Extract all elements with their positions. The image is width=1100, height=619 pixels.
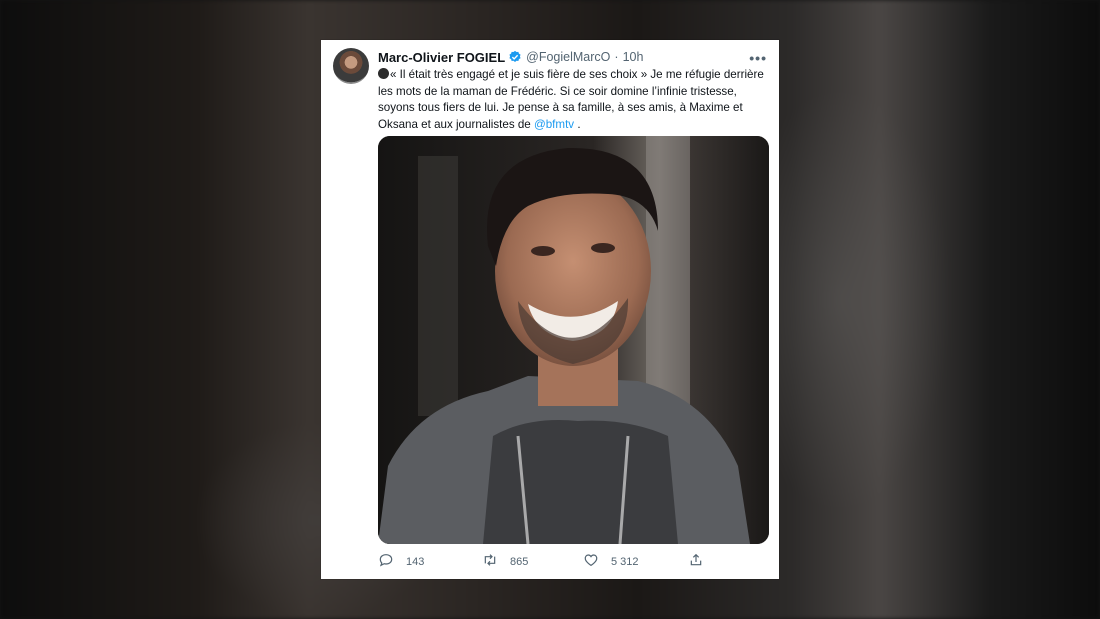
retweet-count: 865 (510, 556, 529, 568)
ellipsis-icon[interactable]: ••• (749, 50, 767, 66)
portrait-image (378, 136, 769, 544)
separator-dot: · (614, 50, 619, 64)
verified-badge-icon (508, 50, 522, 64)
handle[interactable]: @FogielMarcO (526, 50, 610, 64)
timestamp[interactable]: 10h (623, 50, 644, 64)
like-count: 5 312 (611, 556, 639, 568)
like-button[interactable]: 5 312 (583, 553, 639, 571)
tweet-actions: 143 865 5 312 (378, 553, 770, 571)
reply-icon (378, 552, 394, 573)
tweet-text-end: . (574, 117, 581, 131)
tweet-card: Marc-Olivier FOGIEL @FogielMarcO · 10h •… (321, 40, 779, 579)
share-icon (688, 552, 704, 573)
reply-button[interactable]: 143 (378, 553, 424, 571)
tweet-header: Marc-Olivier FOGIEL @FogielMarcO · 10h (378, 48, 643, 66)
share-button[interactable] (688, 553, 704, 571)
reply-count: 143 (406, 556, 425, 568)
black-circle-icon (378, 68, 389, 79)
tweet-text: « Il était très engagé et je suis fière … (378, 67, 770, 133)
tweet-photo[interactable] (378, 136, 769, 544)
mention-link[interactable]: @bfmtv (534, 118, 574, 131)
display-name[interactable]: Marc-Olivier FOGIEL (378, 50, 505, 65)
retweet-icon (482, 552, 498, 573)
avatar[interactable] (333, 48, 369, 84)
retweet-button[interactable]: 865 (482, 553, 528, 571)
heart-icon (583, 552, 599, 573)
